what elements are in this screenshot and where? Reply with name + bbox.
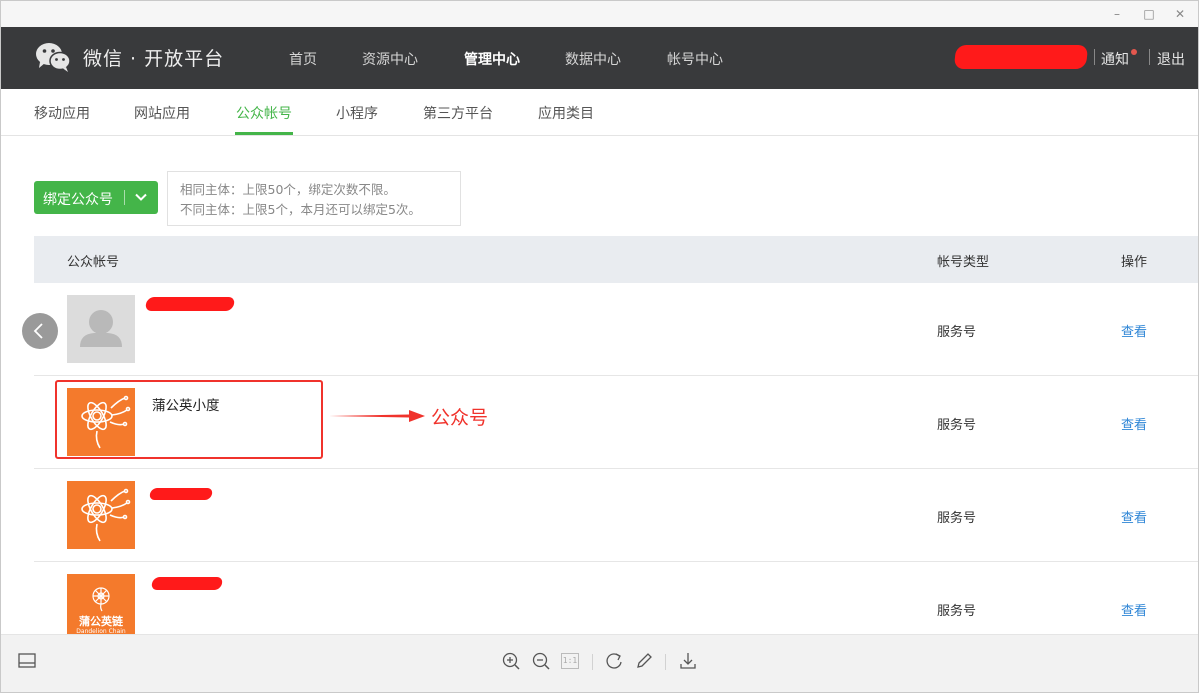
zoom-in-icon[interactable] (501, 651, 521, 671)
account-name-redaction (144, 297, 236, 311)
divider (1094, 49, 1095, 65)
logo-text-cn: 蒲公英链 (79, 615, 123, 628)
column-header-account: 公众帐号 (67, 255, 120, 270)
view-link[interactable]: 查看 (1121, 507, 1147, 526)
title-bar: – □ ✕ (1, 1, 1198, 27)
column-header-type: 帐号类型 (937, 255, 990, 270)
download-icon[interactable] (678, 651, 698, 671)
notification-dot (1131, 49, 1137, 55)
rotate-icon[interactable] (604, 651, 624, 671)
tab-official-accounts[interactable]: 公众帐号 (236, 103, 292, 123)
notify-link[interactable]: 通知 (1101, 49, 1129, 69)
tab-third-party[interactable]: 第三方平台 (423, 103, 493, 123)
edit-icon[interactable] (634, 651, 654, 671)
username-redaction (953, 45, 1089, 69)
close-button[interactable]: ✕ (1171, 5, 1189, 23)
tab-mini-programs[interactable]: 小程序 (336, 103, 378, 123)
zoom-out-icon[interactable] (531, 651, 551, 671)
account-name-redaction (150, 577, 224, 590)
account-type: 服务号 (937, 418, 977, 433)
active-tab-indicator (235, 132, 293, 135)
default-user-avatar-icon (67, 295, 135, 363)
account-name-redaction (148, 488, 214, 500)
logout-link[interactable]: 退出 (1157, 49, 1185, 69)
nav-item-account[interactable]: 帐号中心 (667, 49, 723, 69)
tab-app-categories[interactable]: 应用类目 (538, 103, 594, 123)
button-divider (124, 190, 125, 205)
dandelion-chain-logo: 蒲公英链 Dandelion Chain (67, 574, 135, 642)
account-type: 服务号 (937, 511, 977, 526)
annotation-arrow-icon (329, 410, 425, 422)
view-link[interactable]: 查看 (1121, 414, 1147, 433)
table-row: 服务号 查看 (34, 469, 1198, 562)
minimize-button[interactable]: – (1108, 5, 1126, 23)
bind-account-label: 绑定公众号 (43, 192, 113, 208)
toolbar-divider (665, 654, 666, 670)
nav-item-management[interactable]: 管理中心 (464, 49, 520, 69)
tip-different-entity: 不同主体：上限5个，本月还可以绑定5次。 (180, 202, 421, 217)
divider (1149, 49, 1150, 65)
column-header-operation: 操作 (1121, 255, 1148, 270)
maximize-button[interactable]: □ (1140, 5, 1158, 23)
account-type: 服务号 (937, 325, 977, 340)
view-link[interactable]: 查看 (1121, 600, 1147, 619)
bind-limit-tip: 相同主体：上限50个，绑定次数不限。 不同主体：上限5个，本月还可以绑定5次。 (167, 171, 461, 226)
annotation-label: 公众号 (431, 407, 489, 429)
nav-item-resources[interactable]: 资源中心 (362, 49, 418, 69)
chevron-down-icon[interactable] (134, 190, 148, 204)
top-nav: 微信 · 开放平台 首页 资源中心 管理中心 数据中心 帐号中心 通知 退出 (1, 27, 1198, 89)
account-type: 服务号 (937, 604, 977, 619)
nav-item-home[interactable]: 首页 (289, 49, 317, 69)
toolbar-divider (592, 654, 593, 670)
sub-nav: 移动应用 网站应用 公众帐号 小程序 第三方平台 应用类目 (1, 89, 1198, 136)
tab-mobile-apps[interactable]: 移动应用 (34, 103, 90, 123)
view-link[interactable]: 查看 (1121, 321, 1147, 340)
wechat-logo-icon (36, 43, 71, 72)
app-window: – □ ✕ 微信 · 开放平台 首页 资源中心 管理中心 数据中心 帐号中心 通… (0, 0, 1199, 693)
dandelion-logo-icon (67, 481, 135, 549)
previous-button[interactable] (22, 313, 58, 349)
annotation-highlight-box (55, 380, 323, 459)
tab-web-apps[interactable]: 网站应用 (134, 103, 190, 123)
sidebar-toggle-icon[interactable] (17, 651, 37, 671)
chevron-left-icon (33, 323, 43, 339)
bind-account-button[interactable]: 绑定公众号 (34, 181, 158, 214)
image-viewer-toolbar: 1:1 (1, 634, 1198, 692)
tip-same-entity: 相同主体：上限50个，绑定次数不限。 (180, 182, 396, 197)
table-header: 公众帐号 帐号类型 操作 (34, 236, 1198, 283)
brand-title: 微信 · 开放平台 (83, 48, 225, 70)
nav-item-data[interactable]: 数据中心 (565, 49, 621, 69)
actual-size-icon[interactable]: 1:1 (561, 653, 579, 669)
table-row: 服务号 查看 (34, 283, 1198, 376)
